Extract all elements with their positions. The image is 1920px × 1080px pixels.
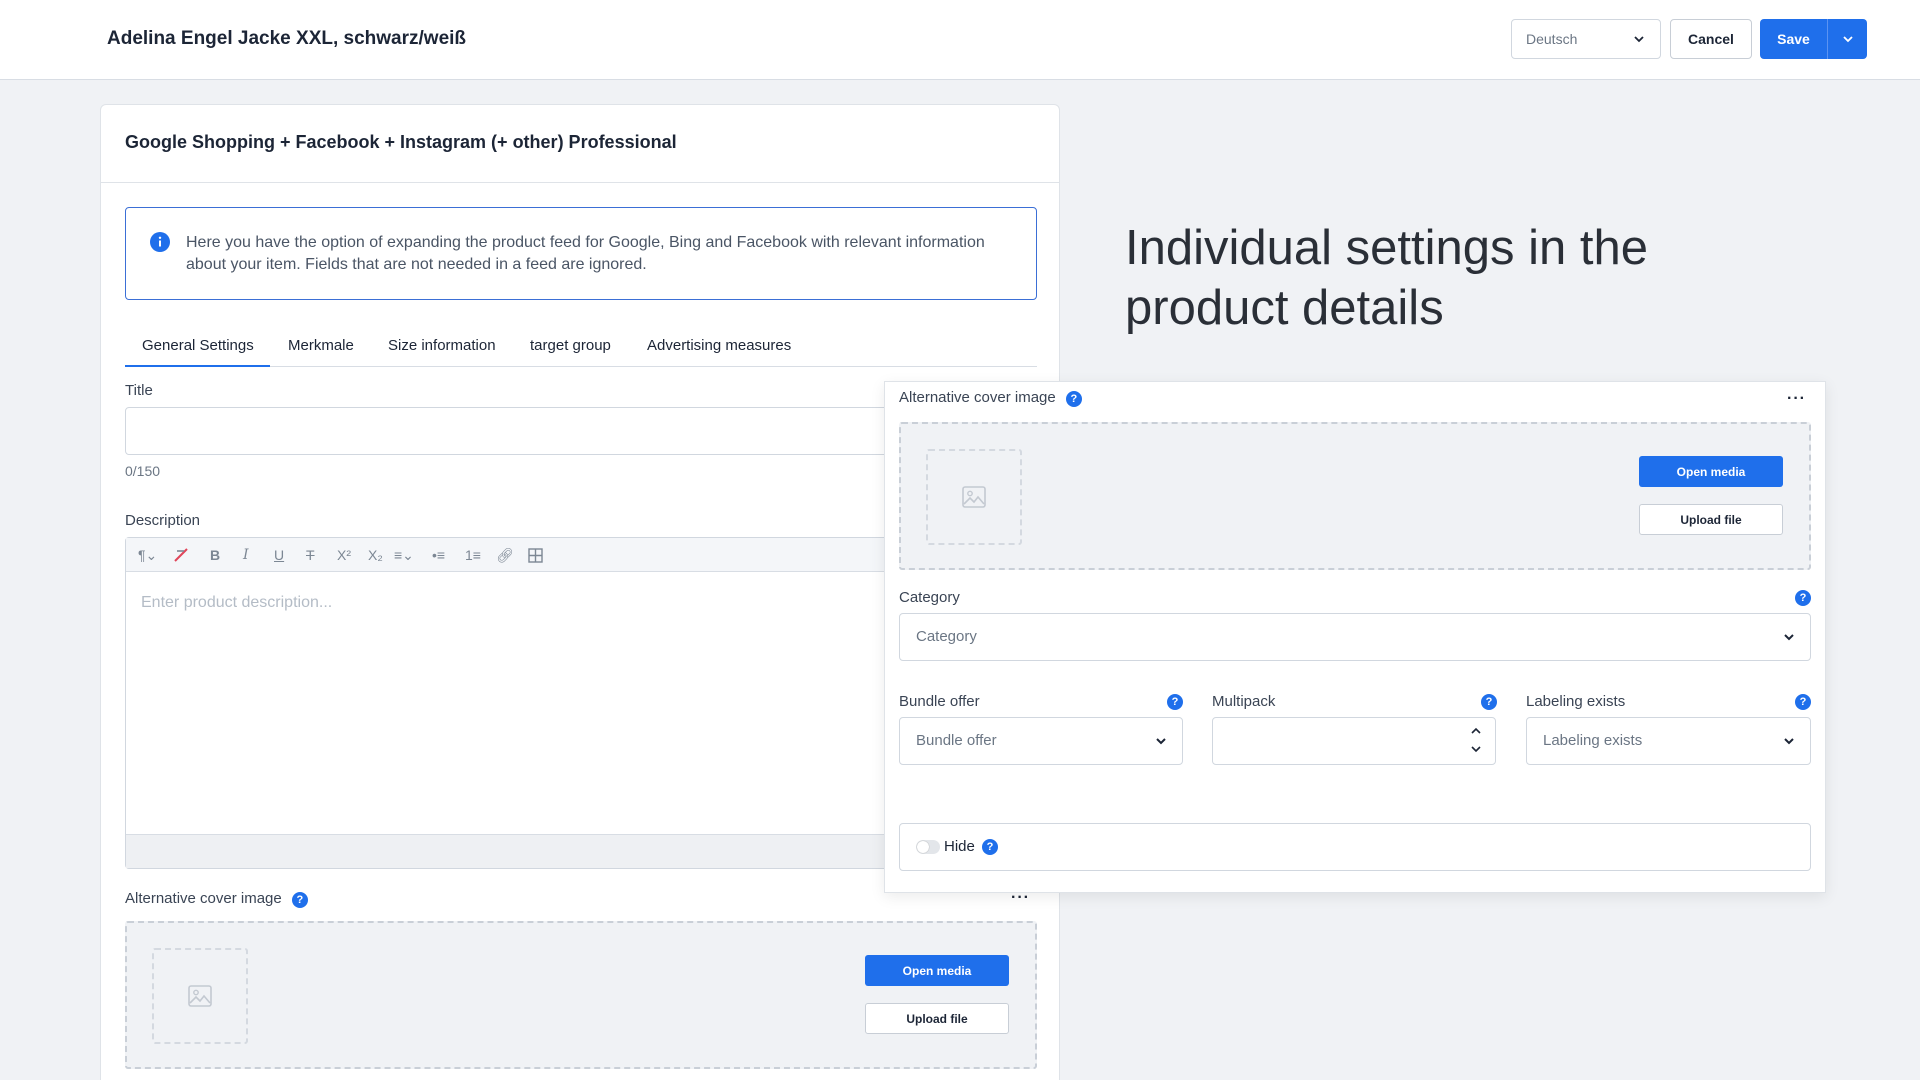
bundle-offer-select[interactable]: Bundle offer — [899, 717, 1183, 765]
help-icon[interactable]: ? — [1795, 694, 1811, 710]
labeling-exists-select[interactable]: Labeling exists — [1526, 717, 1811, 765]
help-icon[interactable]: ? — [982, 839, 998, 855]
save-button[interactable]: Save — [1760, 19, 1827, 59]
description-label: Description — [125, 512, 201, 529]
chevron-down-icon — [1784, 738, 1794, 745]
strikethrough-icon[interactable]: T — [306, 547, 315, 563]
overlay-cover-image-label: Alternative cover image ? — [899, 389, 1082, 407]
multipack-input[interactable] — [1212, 717, 1496, 765]
clear-format-icon[interactable] — [172, 546, 190, 564]
chevron-down-icon — [1156, 738, 1166, 745]
title-counter: 0/150 — [125, 463, 161, 479]
info-icon — [150, 232, 170, 252]
card-title: Google Shopping + Facebook + Instagram (… — [125, 132, 677, 152]
chevron-up-icon[interactable] — [1469, 724, 1483, 738]
card-header: Google Shopping + Facebook + Instagram (… — [101, 105, 1059, 183]
tab-bar: General Settings Merkmale Size informati… — [125, 325, 1037, 367]
paragraph-format-icon[interactable]: ¶⌄ — [138, 547, 157, 564]
top-bar: Adelina Engel Jacke XXL, schwarz/weiß De… — [0, 0, 1920, 80]
subscript-icon[interactable]: X₂ — [368, 547, 383, 563]
help-icon[interactable]: ? — [1795, 590, 1811, 606]
open-media-button[interactable]: Open media — [865, 955, 1009, 986]
hide-toggle[interactable] — [916, 840, 940, 854]
italic-icon[interactable]: I — [243, 547, 249, 563]
save-options-button[interactable] — [1827, 19, 1867, 59]
image-icon — [962, 486, 986, 508]
tab-merkmale[interactable]: Merkmale — [288, 337, 354, 354]
cover-image-label-text: Alternative cover image — [125, 890, 282, 907]
image-placeholder — [152, 948, 248, 1044]
cancel-button[interactable]: Cancel — [1670, 19, 1752, 59]
feature-heading: Individual settings in the product detai… — [1125, 221, 1648, 335]
overlay-cover-image-label-text: Alternative cover image — [899, 389, 1056, 406]
tab-advertising-measures[interactable]: Advertising measures — [647, 337, 791, 354]
help-icon[interactable]: ? — [1065, 391, 1082, 407]
multipack-label: Multipack — [1212, 693, 1276, 710]
numbered-list-icon[interactable]: 1≡ — [465, 547, 481, 563]
info-text: Here you have the option of expanding th… — [186, 234, 985, 273]
tab-general-settings[interactable]: General Settings — [142, 337, 254, 354]
chevron-down-icon — [1784, 634, 1794, 641]
bold-icon[interactable]: B — [210, 547, 220, 563]
labeling-exists-label: Labeling exists — [1526, 693, 1626, 710]
labeling-exists-placeholder: Labeling exists — [1543, 732, 1643, 749]
description-placeholder: Enter product description... — [141, 594, 333, 611]
chevron-down-icon[interactable] — [1469, 742, 1483, 756]
language-select[interactable]: Deutsch — [1511, 19, 1661, 59]
underline-icon[interactable]: U — [274, 547, 284, 563]
help-icon[interactable]: ? — [1481, 694, 1497, 710]
align-icon[interactable]: ≡⌄ — [394, 547, 414, 564]
tab-target-group[interactable]: target group — [530, 337, 611, 354]
category-placeholder: Category — [916, 628, 977, 645]
cover-image-label: Alternative cover image ? — [125, 890, 308, 908]
chevron-down-icon — [1842, 36, 1853, 43]
info-alert: Here you have the option of expanding th… — [125, 207, 1037, 300]
language-value: Deutsch — [1526, 31, 1578, 47]
tab-size-information[interactable]: Size information — [388, 337, 496, 354]
active-tab-indicator — [125, 365, 270, 367]
help-icon[interactable]: ? — [291, 892, 308, 908]
chevron-down-icon — [1634, 36, 1644, 43]
more-options-icon[interactable]: ··· — [1787, 390, 1806, 408]
cover-image-dropzone[interactable]: Open media Upload file — [125, 921, 1037, 1069]
bundle-offer-placeholder: Bundle offer — [916, 732, 997, 749]
hide-toggle-row: Hide ? — [899, 823, 1811, 871]
zoomed-settings-panel: Alternative cover image ? ··· Open media… — [884, 381, 1826, 893]
overlay-open-media-button[interactable]: Open media — [1639, 456, 1783, 487]
multipack-stepper[interactable] — [1469, 724, 1483, 756]
help-icon[interactable]: ? — [1167, 694, 1183, 710]
product-title: Adelina Engel Jacke XXL, schwarz/weiß — [107, 28, 467, 49]
overlay-upload-file-button[interactable]: Upload file — [1639, 504, 1783, 535]
superscript-icon[interactable]: X² — [337, 547, 351, 563]
bullet-list-icon[interactable]: •≡ — [432, 547, 445, 563]
link-icon[interactable]: 🔗︎ — [496, 547, 514, 564]
image-icon — [188, 985, 212, 1007]
category-select[interactable]: Category — [899, 613, 1811, 661]
bundle-offer-label: Bundle offer — [899, 693, 980, 710]
upload-file-button[interactable]: Upload file — [865, 1003, 1009, 1034]
overlay-cover-image-dropzone[interactable]: Open media Upload file — [899, 422, 1811, 570]
title-label: Title — [125, 382, 153, 399]
hide-label: Hide — [944, 838, 975, 855]
table-icon[interactable] — [528, 548, 543, 563]
category-label: Category — [899, 589, 960, 606]
image-placeholder — [926, 449, 1022, 545]
